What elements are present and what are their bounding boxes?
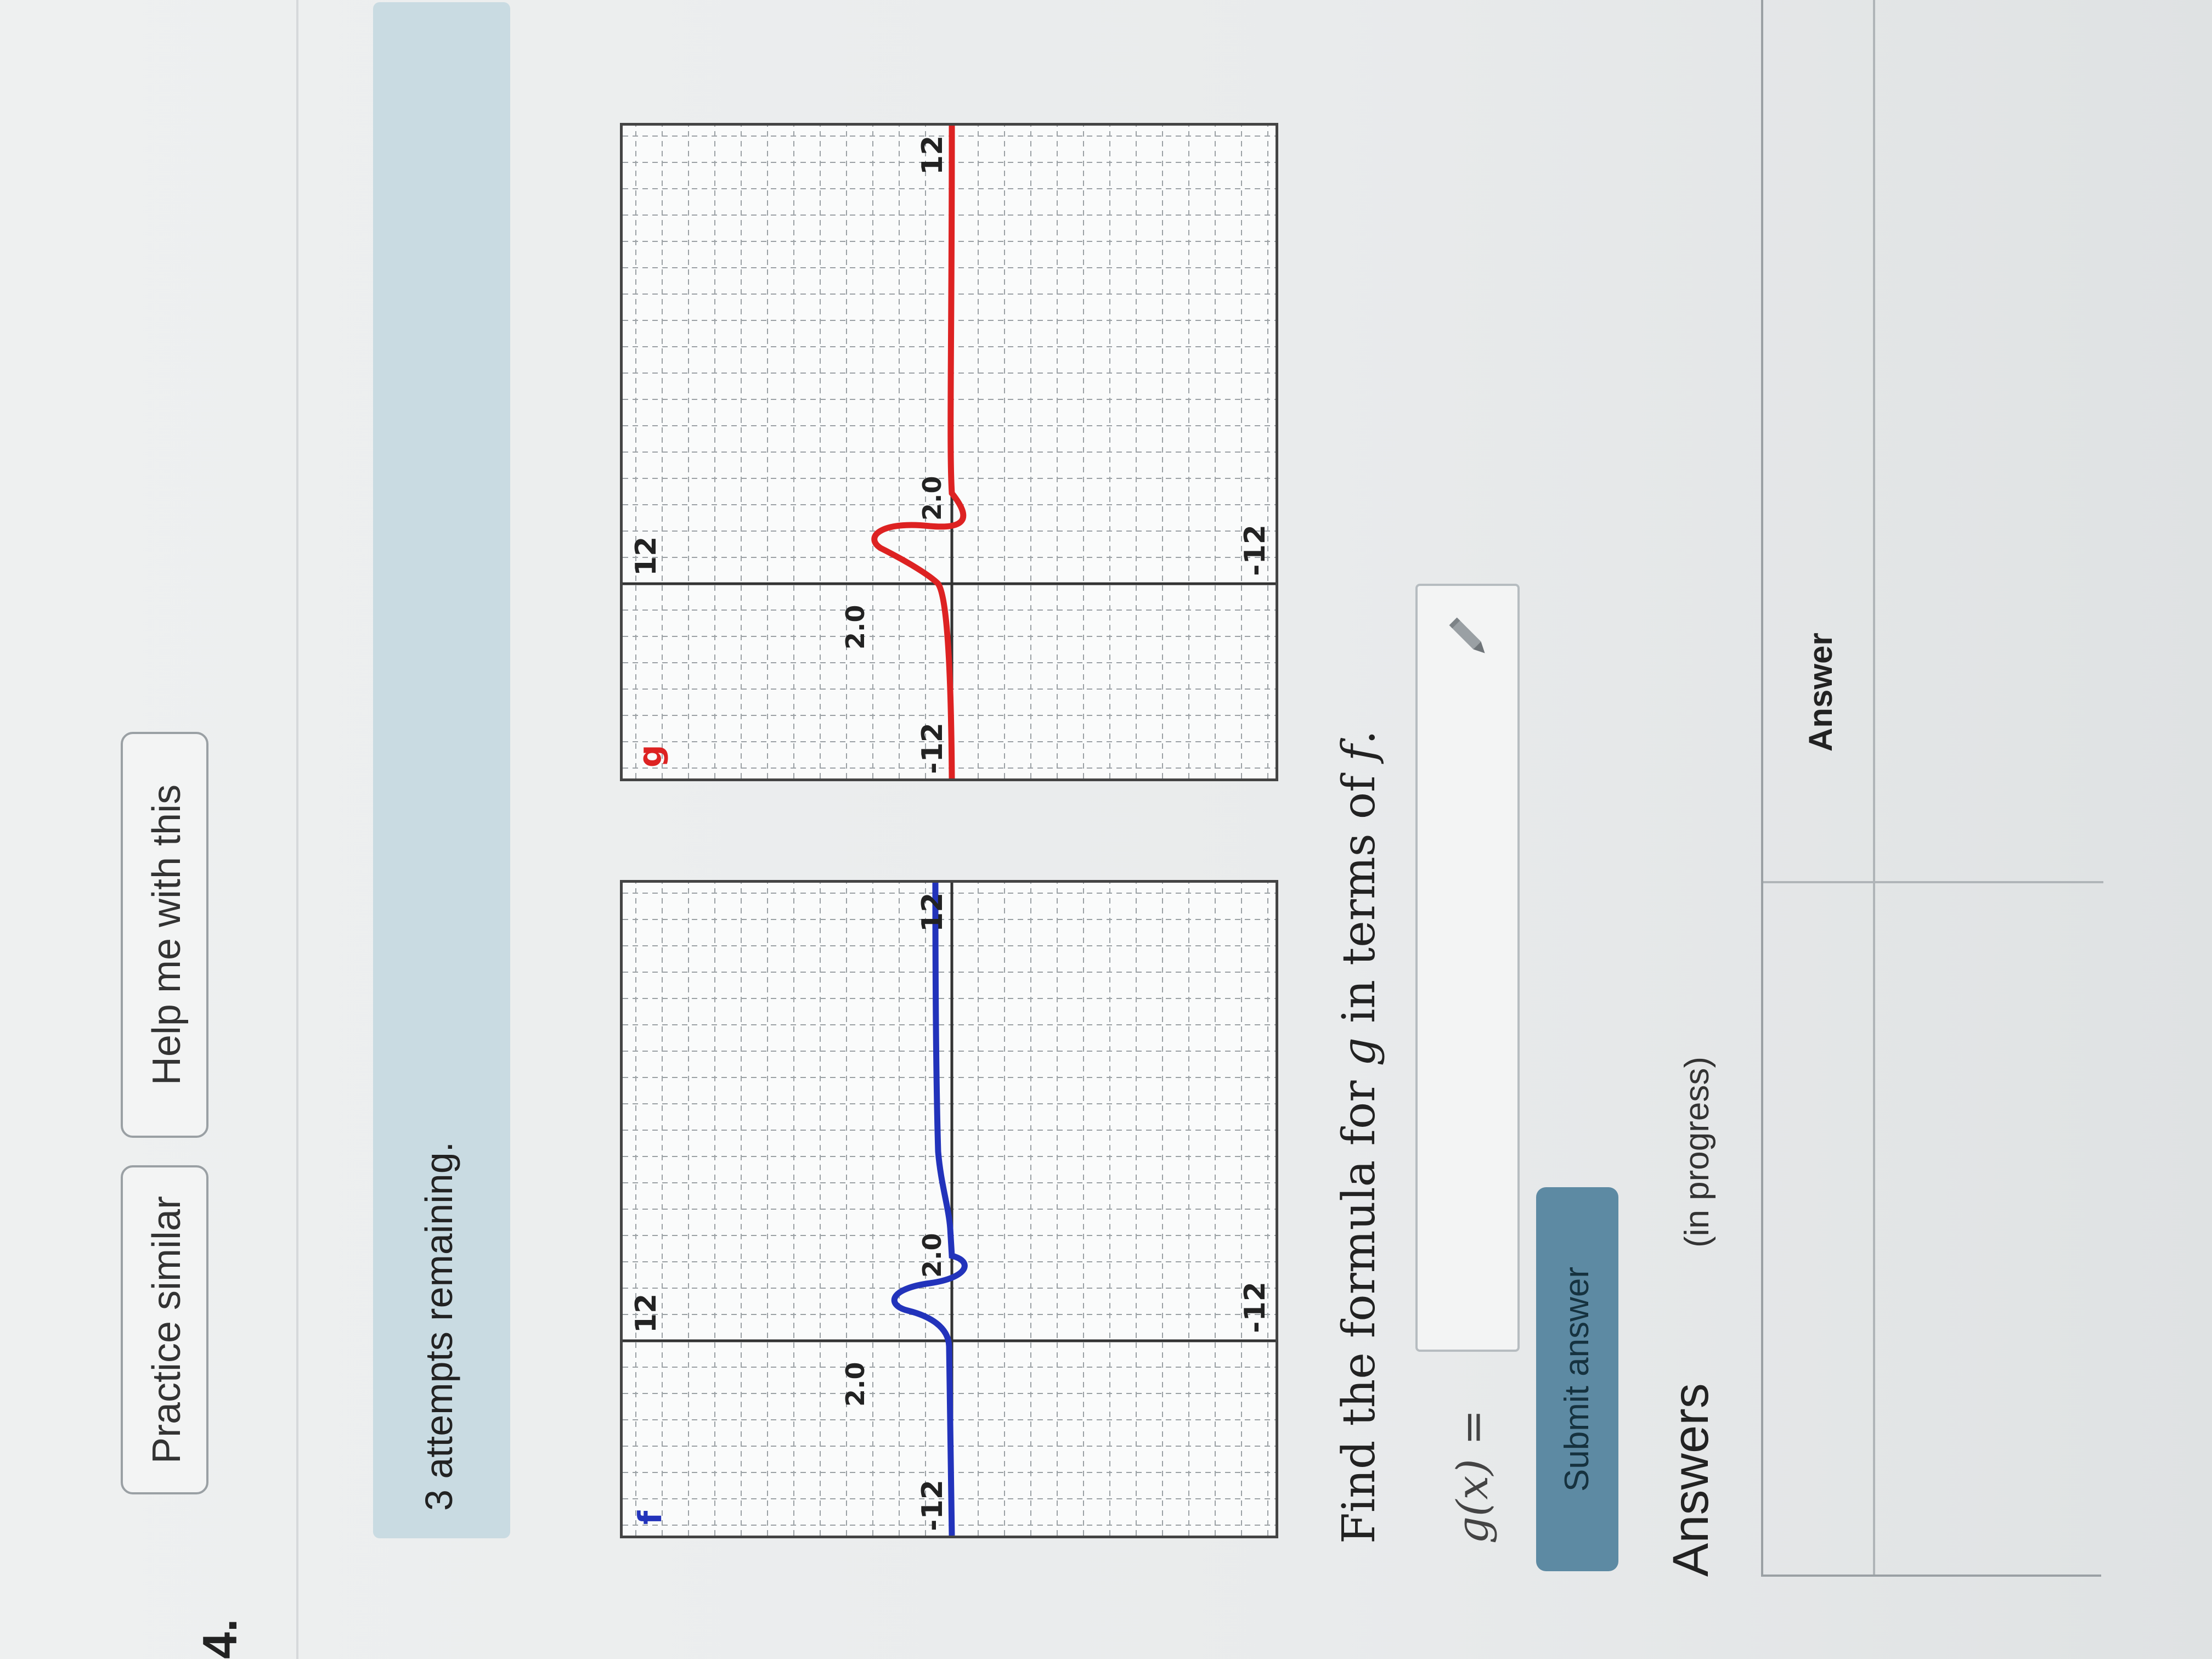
- graph-g-x-min-label: -12: [916, 723, 949, 774]
- graph-f-y-max-label: 12: [630, 1294, 663, 1333]
- submit-answer-button[interactable]: Submit answer: [1536, 1187, 1618, 1571]
- formula-input[interactable]: [1415, 584, 1520, 1352]
- answers-status: (in progress): [1678, 1057, 1716, 1248]
- photo-frame: 4. Practice similar Help me with this 3 …: [0, 0, 2212, 1659]
- graph-g-x-max-label: 12: [916, 136, 949, 175]
- homework-page: 4. Practice similar Help me with this 3 …: [0, 0, 2212, 1659]
- question-number: 4.: [193, 1618, 247, 1659]
- answer-field-label: g(x) =: [1448, 1409, 1498, 1544]
- graph-g-y-min-label: -12: [1239, 524, 1272, 576]
- attempts-remaining-text: 3 attempts remaining.: [417, 1141, 460, 1511]
- graph-f-plot: f -12 12 12 -12 2.0 2.0: [623, 883, 1276, 1536]
- practice-similar-button[interactable]: Practice similar: [121, 1165, 208, 1494]
- answers-table-column-divider: [1763, 881, 2103, 883]
- question-prompt: Find the formula for g in terms of f.: [1333, 730, 1385, 1544]
- graph-f-x-max-label: 12: [916, 893, 949, 932]
- graph-f: f -12 12 12 -12 2.0 2.0: [620, 880, 1278, 1538]
- prompt-text-start: Find the formula for: [1333, 1066, 1385, 1544]
- graph-g-y-point-label: 2.0: [840, 605, 870, 650]
- graph-g-name-label: g: [631, 744, 669, 768]
- header-divider: [296, 0, 298, 1659]
- answers-column-header: Answer: [1802, 633, 1839, 752]
- graph-f-name-label: f: [631, 1510, 669, 1525]
- attempts-banner: 3 attempts remaining.: [373, 2, 510, 1538]
- graph-g-y-max-label: 12: [630, 537, 663, 576]
- graph-f-y-point-label: 2.0: [840, 1362, 870, 1407]
- graph-g-curve: [871, 126, 967, 778]
- graph-f-y-min-label: -12: [1239, 1282, 1272, 1333]
- graph-f-x-point-label: 2.0: [917, 1233, 947, 1278]
- prompt-text-middle: in terms of: [1333, 761, 1385, 1037]
- prompt-var-f: f: [1333, 744, 1385, 761]
- prompt-text-end: .: [1333, 730, 1385, 745]
- graph-g: g -12 12 12 -12 2.0 2.0: [620, 123, 1278, 781]
- answers-heading: Answers: [1663, 1383, 1719, 1577]
- prompt-var-g: g: [1333, 1037, 1385, 1066]
- graph-g-x-point-label: 2.0: [917, 476, 947, 521]
- graph-f-x-min-label: -12: [916, 1480, 949, 1531]
- answers-table: Answer: [1761, 0, 2103, 1577]
- answers-table-row-divider: [1873, 0, 1875, 1575]
- pencil-icon[interactable]: [1445, 613, 1494, 663]
- graph-g-plot: g -12 12 12 -12 2.0 2.0: [623, 126, 1276, 778]
- help-me-button[interactable]: Help me with this: [121, 732, 208, 1138]
